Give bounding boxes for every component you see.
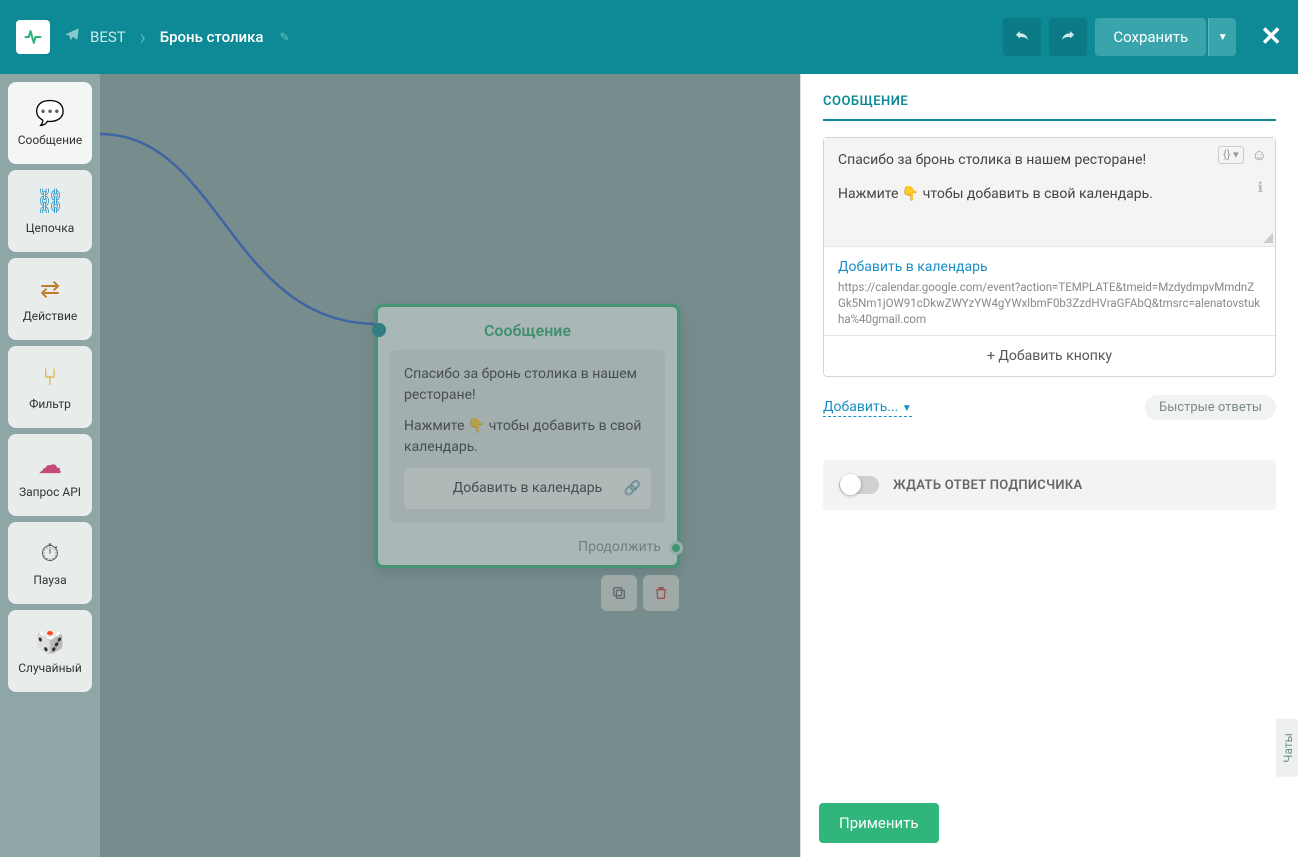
trash-icon bbox=[653, 585, 669, 601]
telegram-icon bbox=[64, 27, 80, 47]
tool-palette: 💬 Сообщение ⛓ Цепочка ⇄ Действие ⑂ Фильтр ☁ Запро… bbox=[0, 74, 100, 857]
pause-icon: ⏱ bbox=[41, 539, 60, 567]
node-button[interactable]: Добавить в календарь 🔗 bbox=[404, 468, 651, 509]
button-url: https://calendar.google.com/event?action… bbox=[838, 279, 1261, 327]
message-textarea[interactable]: Спасибо за бронь столика в нашем рестора… bbox=[824, 138, 1275, 246]
message-editor: Спасибо за бронь столика в нашем рестора… bbox=[823, 137, 1276, 377]
app-header: BEST › Бронь столика ✎ Сохранить ▼ ✕ bbox=[0, 0, 1298, 74]
flow-canvas[interactable]: Сообщение Спасибо за бронь столика в наш… bbox=[100, 74, 800, 857]
edit-flow-name-icon[interactable]: ✎ bbox=[280, 30, 290, 44]
bot-name[interactable]: BEST bbox=[90, 28, 126, 46]
apply-button[interactable]: Применить bbox=[819, 803, 939, 843]
tool-filter[interactable]: ⑂ Фильтр bbox=[8, 346, 92, 428]
action-icon: ⇄ bbox=[40, 275, 60, 303]
chevron-down-icon: ▼ bbox=[902, 403, 912, 414]
node-button-label: Добавить в календарь bbox=[453, 478, 603, 499]
tool-random[interactable]: 🎲 Случайный bbox=[8, 610, 92, 692]
message-node[interactable]: Сообщение Спасибо за бронь столика в наш… bbox=[375, 304, 680, 568]
tool-label: Действие bbox=[23, 309, 78, 323]
chain-icon: ⛓ bbox=[35, 187, 65, 215]
node-continue-label: Продолжить bbox=[378, 533, 677, 565]
node-input-port[interactable] bbox=[372, 323, 386, 337]
button-title: Добавить в календарь bbox=[838, 259, 1261, 275]
point-down-emoji: 👇 bbox=[902, 186, 919, 202]
chevron-down-icon: ▼ bbox=[1218, 32, 1228, 43]
apply-bar: Применить bbox=[811, 795, 947, 851]
tool-chain[interactable]: ⛓ Цепочка bbox=[8, 170, 92, 252]
tool-label: Фильтр bbox=[29, 397, 71, 411]
node-body: Спасибо за бронь столика в нашем рестора… bbox=[390, 350, 665, 523]
wait-response-label: ЖДАТЬ ОТВЕТ ПОДПИСЧИКА bbox=[893, 478, 1083, 493]
tool-message[interactable]: 💬 Сообщение bbox=[8, 82, 92, 164]
pulse-icon bbox=[23, 27, 43, 47]
node-text-line: Спасибо за бронь столика в нашем рестора… bbox=[404, 364, 651, 406]
delete-node-button[interactable] bbox=[643, 575, 679, 611]
random-icon: 🎲 bbox=[35, 627, 65, 655]
add-element-dropdown[interactable]: Добавить... ▼ bbox=[823, 399, 912, 417]
undo-icon bbox=[1013, 28, 1031, 46]
add-button[interactable]: + Добавить кнопку bbox=[824, 335, 1275, 376]
wait-response-card: ЖДАТЬ ОТВЕТ ПОДПИСЧИКА bbox=[823, 460, 1276, 510]
node-text-line: Нажмите 👇 чтобы добавить в свой календар… bbox=[404, 416, 651, 458]
node-title: Сообщение bbox=[378, 307, 677, 350]
tool-label: Запрос API bbox=[19, 485, 81, 499]
emoji-picker-button[interactable]: ☺ bbox=[1252, 146, 1267, 164]
api-icon: ☁ bbox=[38, 451, 62, 479]
copy-icon bbox=[611, 585, 627, 601]
wait-response-toggle[interactable] bbox=[839, 476, 879, 494]
message-icon: 💬 bbox=[35, 99, 65, 127]
panel-title: СООБЩЕНИЕ bbox=[823, 94, 1276, 121]
filter-icon: ⑂ bbox=[43, 363, 57, 391]
insert-variable-button[interactable]: {} ▾ bbox=[1218, 146, 1244, 164]
close-button[interactable]: ✕ bbox=[1260, 22, 1282, 52]
resize-handle[interactable] bbox=[1263, 233, 1273, 243]
chats-tab[interactable]: Чаты bbox=[1276, 719, 1298, 777]
app-logo[interactable] bbox=[16, 20, 50, 54]
redo-button[interactable] bbox=[1049, 18, 1087, 56]
tool-label: Случайный bbox=[18, 661, 82, 675]
properties-panel: СООБЩЕНИЕ Спасибо за бронь столика в наш… bbox=[800, 74, 1298, 857]
save-dropdown-button[interactable]: ▼ bbox=[1208, 18, 1236, 56]
tool-action[interactable]: ⇄ Действие bbox=[8, 258, 92, 340]
flow-name[interactable]: Бронь столика bbox=[160, 28, 264, 46]
redo-icon bbox=[1059, 28, 1077, 46]
tool-label: Пауза bbox=[33, 573, 66, 587]
duplicate-node-button[interactable] bbox=[601, 575, 637, 611]
save-button[interactable]: Сохранить bbox=[1095, 18, 1206, 56]
breadcrumb: BEST › Бронь столика ✎ bbox=[64, 25, 290, 49]
info-icon[interactable]: ℹ bbox=[1258, 180, 1263, 196]
breadcrumb-chevron-icon: › bbox=[140, 25, 146, 49]
tool-pause[interactable]: ⏱ Пауза bbox=[8, 522, 92, 604]
button-config[interactable]: Добавить в календарь https://calendar.go… bbox=[824, 246, 1275, 335]
undo-button[interactable] bbox=[1003, 18, 1041, 56]
tool-api[interactable]: ☁ Запрос API bbox=[8, 434, 92, 516]
link-icon: 🔗 bbox=[624, 478, 641, 499]
tool-label: Цепочка bbox=[26, 221, 74, 235]
tool-label: Сообщение bbox=[18, 133, 83, 147]
quick-replies-button[interactable]: Быстрые ответы bbox=[1145, 395, 1276, 420]
node-output-port[interactable] bbox=[669, 541, 683, 555]
point-down-emoji: 👇 bbox=[468, 418, 485, 434]
